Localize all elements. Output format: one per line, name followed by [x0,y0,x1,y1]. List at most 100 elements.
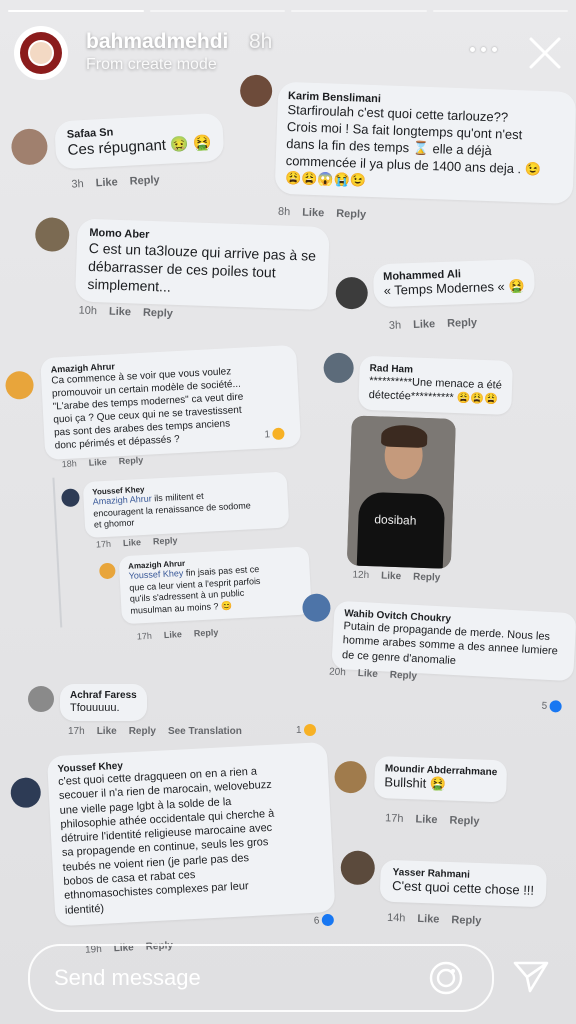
comment-time: 17h [95,538,112,550]
avatar[interactable] [335,276,369,310]
comment-actions: 17h Like Reply See Translation [68,726,242,737]
reply-button[interactable]: Reply [143,307,173,320]
more-options-icon[interactable] [470,44,500,54]
avatar[interactable] [9,776,42,809]
like-button[interactable]: Like [302,207,324,220]
comment-time: 3h [388,319,402,332]
like-button[interactable]: Like [109,306,131,319]
comment-text: « Temps Modernes « 🤮 [383,278,525,298]
reply-button[interactable]: Reply [118,455,143,466]
progress-segment [432,10,568,12]
reply-bubble: Youssef Khey Amazigh Ahrur ils militent … [82,471,290,539]
shirt-text: dosibah [374,512,417,528]
reply-button[interactable]: Reply [129,726,156,737]
reply-button[interactable]: Reply [129,174,160,188]
like-button[interactable]: Like [415,813,437,826]
comment-achraf: Achraf Faress Tfouuuuu. 17h Like Reply S… [28,684,318,740]
like-button[interactable]: Like [164,629,183,640]
reaction-count[interactable]: 1 [264,427,285,441]
comment-time: 8h [277,205,291,219]
comment-time: 14h [386,911,406,925]
photo-hair [380,424,428,449]
attached-photo[interactable]: dosibah [346,415,456,569]
see-translation-link[interactable]: See Translation [168,726,242,737]
close-icon[interactable] [528,36,562,70]
like-button[interactable]: Like [417,913,439,926]
comment-wahib: Wahib Ovitch Choukry Putain de propagand… [297,591,576,725]
send-message-placeholder: Send message [54,965,201,990]
avatar[interactable] [28,686,54,712]
like-button[interactable]: Like [97,726,117,737]
haha-reaction-icon [303,724,316,736]
comment-actions: 12h Like Reply [352,570,440,584]
comment-bubble: Amazigh Ahrur Ca commence à se voir que … [40,344,302,461]
comment-time: 17h [384,812,404,825]
reaction-count[interactable]: 6 [313,913,334,927]
comment-bubble: Yasser Rahmani C'est quoi cette chose !!… [379,859,547,908]
like-button[interactable]: Like [413,318,435,331]
comment-time: 3h [71,178,85,191]
reply-button[interactable]: Reply [451,914,481,927]
comment-actions: 3h Like Reply [389,317,478,332]
comment-rad: Rad Ham **********Une menace a été détec… [316,350,534,597]
reply-button[interactable]: Reply [447,317,477,330]
story-time: 8h [249,30,273,53]
progress-segment [149,10,285,12]
like-button[interactable]: Like [381,571,401,583]
profile-avatar[interactable] [16,28,66,78]
avatar[interactable] [34,216,70,253]
story-progress [8,10,568,12]
mention-link[interactable]: Youssef Khey [128,568,183,581]
send-message-input[interactable]: Send message [28,944,494,1012]
like-reaction-icon [548,700,562,713]
reply-button[interactable]: Reply [194,627,219,638]
like-button[interactable]: Like [357,668,378,680]
avatar[interactable] [323,352,355,384]
comment-safaa: Safaa Sn Ces répugnant 🤢 🤮 3h Like Reply [10,112,234,197]
like-button[interactable]: Like [95,176,118,189]
avatar[interactable] [61,488,80,508]
comment-moundir: Moundir Abderrahmane Bullshit 🤮 17h Like… [333,755,535,836]
direct-message-icon[interactable] [512,960,550,994]
comment-karim: Karim Benslimani Starfiroulah c'est quoi… [233,74,576,235]
comment-momo: Momo Aber C est un ta3louze qui arrive p… [32,213,330,333]
like-button[interactable]: Like [88,457,107,468]
reaction-number: 6 [313,914,320,927]
comment-actions: 14h Like Reply [387,912,482,927]
reply-button[interactable]: Reply [449,815,479,828]
comment-time: 20h [328,666,347,679]
reply-bubble: Amazigh Ahrur Youssef Khey fin jsais pas… [118,546,312,624]
like-button[interactable]: Like [123,537,142,548]
reply-button[interactable]: Reply [336,208,366,221]
comment-text: Youssef Khey fin jsais pas est ce que ca… [128,562,302,618]
comment-time: 17h [68,726,85,737]
reply-button[interactable]: Reply [413,572,441,584]
comment-bubble: Moundir Abderrahmane Bullshit 🤮 [373,755,508,803]
reply-button[interactable]: Reply [389,670,417,682]
reaction-count[interactable]: 1 [296,724,316,736]
comment-bubble: Karim Benslimani Starfiroulah c'est quoi… [274,81,576,205]
avatar[interactable] [98,562,116,580]
comment-youssef-long: Youssef Khey c'est quoi cette dragqueen … [9,738,340,964]
avatar[interactable] [239,74,273,108]
comment-text: c'est quoi cette dragqueen on en a rien … [57,765,275,917]
photo-shirt [356,491,446,569]
avatar[interactable] [10,127,49,166]
reaction-count[interactable]: 5 [541,700,562,713]
progress-segment [291,10,427,12]
comment-bubble: Rad Ham **********Une menace a été détec… [358,355,513,415]
reaction-number: 1 [264,428,271,441]
comment-actions: 17h Like Reply [385,812,480,827]
comment-bubble: Youssef Khey c'est quoi cette dragqueen … [46,741,336,927]
comment-thread-amazigh: Amazigh Ahrur Ca commence à se voir que … [4,342,320,667]
comment-text: Starfiroulah c'est quoi cette tarlouze??… [284,102,542,188]
avatar[interactable] [4,370,35,401]
comment-author[interactable]: Achraf Faress [70,690,137,701]
story-username[interactable]: bahmadmehdi [86,30,228,54]
camera-effects-icon[interactable] [428,960,464,996]
avatar[interactable] [301,593,332,623]
comment-mohammed: Mohammed Ali « Temps Modernes « 🤮 3h Lik… [335,258,547,339]
avatar[interactable] [334,760,368,794]
avatar[interactable] [340,850,376,886]
reply-button[interactable]: Reply [153,535,178,546]
